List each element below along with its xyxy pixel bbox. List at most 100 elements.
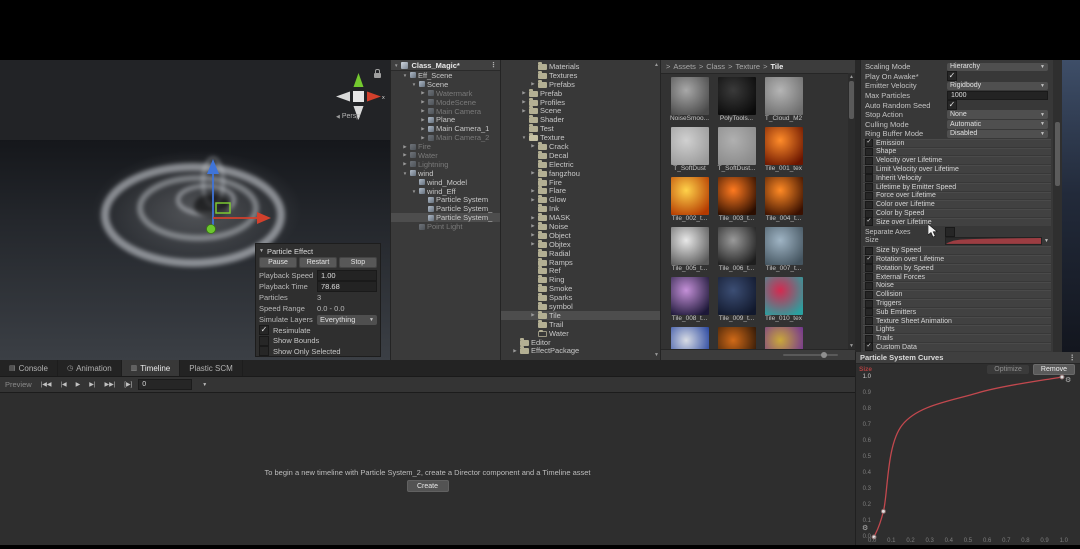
- toggle-checkbox[interactable]: [259, 336, 269, 346]
- asset-item[interactable]: Tile_005_t...: [667, 227, 712, 273]
- module-checkbox[interactable]: [865, 166, 873, 174]
- asset-item[interactable]: Tile_003_t...: [714, 177, 759, 223]
- transport-button[interactable]: [▶]: [122, 381, 134, 388]
- module-bar[interactable]: Limit Velocity over Lifetime: [863, 165, 1051, 173]
- stop-action-dropdown[interactable]: None▼: [947, 110, 1048, 119]
- hierarchy-item[interactable]: Point Light: [391, 222, 500, 231]
- folder-item[interactable]: ▶ fangzhou: [501, 169, 660, 178]
- folder-item[interactable]: Sparks: [501, 293, 660, 302]
- asset-thumbnail[interactable]: [765, 227, 803, 265]
- folder-item[interactable]: ▶ Glow: [501, 195, 660, 204]
- folder-item[interactable]: Ring: [501, 275, 660, 284]
- hierarchy-item[interactable]: ▶ Lightning: [391, 160, 500, 169]
- hierarchy-item[interactable]: ▶ Water: [391, 151, 500, 160]
- asset-thumbnail[interactable]: [765, 127, 803, 165]
- folder-item[interactable]: Smoke: [501, 284, 660, 293]
- folder-item[interactable]: ▶ Flare: [501, 186, 660, 195]
- expand-arrow-icon[interactable]: ▶: [521, 90, 527, 96]
- module-bar[interactable]: Lights: [863, 325, 1051, 333]
- breadcrumb-item[interactable]: Tile: [770, 62, 783, 71]
- hierarchy-item[interactable]: Particle System_: [391, 204, 500, 213]
- size-curve-preview[interactable]: [945, 237, 1042, 245]
- optimize-button[interactable]: Optimize: [987, 365, 1029, 374]
- restart-button[interactable]: Restart: [299, 257, 337, 268]
- module-checkbox[interactable]: [865, 157, 873, 165]
- module-bar[interactable]: Force over Lifetime: [863, 192, 1051, 200]
- scrollbar-thumb[interactable]: [849, 81, 854, 119]
- expand-arrow-icon[interactable]: ▶: [530, 81, 536, 87]
- expand-arrow-icon[interactable]: ▶: [530, 223, 536, 229]
- folder-item[interactable]: Ramps: [501, 258, 660, 267]
- asset-scrollbar[interactable]: ▲ ▼: [848, 73, 855, 350]
- create-button[interactable]: Create: [407, 480, 449, 492]
- scroll-down-icon[interactable]: ▼: [654, 352, 659, 358]
- asset-item[interactable]: Tile_006_t...: [714, 227, 759, 273]
- folder-item[interactable]: Ink: [501, 204, 660, 213]
- asset-thumbnail[interactable]: [671, 327, 709, 350]
- asset-thumbnail[interactable]: [718, 127, 756, 165]
- asset-item[interactable]: T_SoftDust...: [714, 127, 759, 173]
- hierarchy-item[interactable]: ▼ wind_Eff: [391, 187, 500, 196]
- module-checkbox[interactable]: [865, 201, 873, 209]
- expand-arrow-icon[interactable]: ▶: [530, 188, 536, 194]
- play-on-awake-checkbox[interactable]: ✓: [947, 71, 957, 81]
- module-bar[interactable]: Lifetime by Emitter Speed: [863, 183, 1051, 191]
- module-checkbox[interactable]: [865, 282, 873, 290]
- asset-thumbnail[interactable]: [718, 177, 756, 215]
- expand-arrow-icon[interactable]: ▼: [521, 135, 527, 140]
- tab-timeline[interactable]: ▥ Timeline: [122, 360, 181, 376]
- folder-item[interactable]: Trail: [501, 320, 660, 329]
- hierarchy-item[interactable]: ▼ Eff_Scene: [391, 71, 500, 80]
- module-bar[interactable]: Inherit Velocity: [863, 174, 1051, 182]
- module-bar[interactable]: ✓ Emission: [863, 139, 1051, 147]
- asset-thumbnail[interactable]: [718, 277, 756, 315]
- hierarchy-item[interactable]: Particle System_: [391, 213, 500, 222]
- hierarchy-item[interactable]: ▶ Main Camera: [391, 107, 500, 116]
- folder-item[interactable]: Editor: [501, 338, 660, 347]
- module-checkbox[interactable]: [865, 210, 873, 218]
- folder-item[interactable]: ▶ Scene: [501, 106, 660, 115]
- module-bar[interactable]: Velocity over Lifetime: [863, 156, 1051, 164]
- hierarchy-item[interactable]: ▶ Main Camera_2: [391, 133, 500, 142]
- folder-item[interactable]: ▶ Object: [501, 231, 660, 240]
- asset-item[interactable]: Tile_008_t...: [667, 277, 712, 323]
- asset-item[interactable]: Tile_007_t...: [761, 227, 806, 273]
- hierarchy-item[interactable]: ▼ Scene: [391, 80, 500, 89]
- module-bar[interactable]: Noise: [863, 282, 1051, 290]
- folder-item[interactable]: ▶ Noise: [501, 222, 660, 231]
- module-checkbox[interactable]: [865, 300, 873, 308]
- expand-arrow-icon[interactable]: ▶: [530, 197, 536, 203]
- folder-item[interactable]: ▶ Tile: [501, 311, 660, 320]
- toggle-checkbox[interactable]: [259, 346, 269, 356]
- module-checkbox[interactable]: ✓: [865, 139, 873, 147]
- asset-thumbnail[interactable]: [671, 227, 709, 265]
- asset-thumbnail[interactable]: [718, 77, 756, 115]
- module-checkbox[interactable]: [865, 247, 873, 255]
- asset-thumbnail[interactable]: [671, 127, 709, 165]
- folder-item[interactable]: Radial: [501, 249, 660, 258]
- folder-item[interactable]: Test: [501, 124, 660, 133]
- folder-item[interactable]: ▶ MASK: [501, 213, 660, 222]
- max-particles-field[interactable]: 1000: [947, 91, 1048, 101]
- module-checkbox[interactable]: [865, 326, 873, 334]
- expand-arrow-icon[interactable]: ▶: [530, 215, 536, 221]
- chevron-down-icon[interactable]: ▼: [1044, 238, 1049, 244]
- asset-thumbnail[interactable]: [765, 327, 803, 350]
- module-checkbox[interactable]: [865, 308, 873, 316]
- module-checkbox[interactable]: [865, 264, 873, 272]
- gear-icon[interactable]: ⚙: [862, 524, 868, 532]
- frame-field[interactable]: 0: [138, 379, 192, 390]
- more-menu-icon[interactable]: ⋮: [1069, 353, 1077, 362]
- module-bar[interactable]: Color over Lifetime: [863, 200, 1051, 208]
- module-bar[interactable]: ✓ Size over Lifetime: [863, 218, 1051, 226]
- module-bar[interactable]: Sub Emitters: [863, 308, 1051, 316]
- asset-item[interactable]: T_SoftDust: [667, 127, 712, 173]
- hierarchy-item[interactable]: ▶ ModeScene: [391, 98, 500, 107]
- folder-item[interactable]: ▶ EffectPackage: [501, 347, 660, 356]
- hierarchy-item[interactable]: wind_Model: [391, 178, 500, 187]
- breadcrumb-item[interactable]: Class: [706, 62, 725, 71]
- slider-knob[interactable]: [821, 352, 827, 358]
- folder-item[interactable]: Shader: [501, 115, 660, 124]
- module-checkbox[interactable]: [865, 317, 873, 325]
- folder-item[interactable]: Ref: [501, 266, 660, 275]
